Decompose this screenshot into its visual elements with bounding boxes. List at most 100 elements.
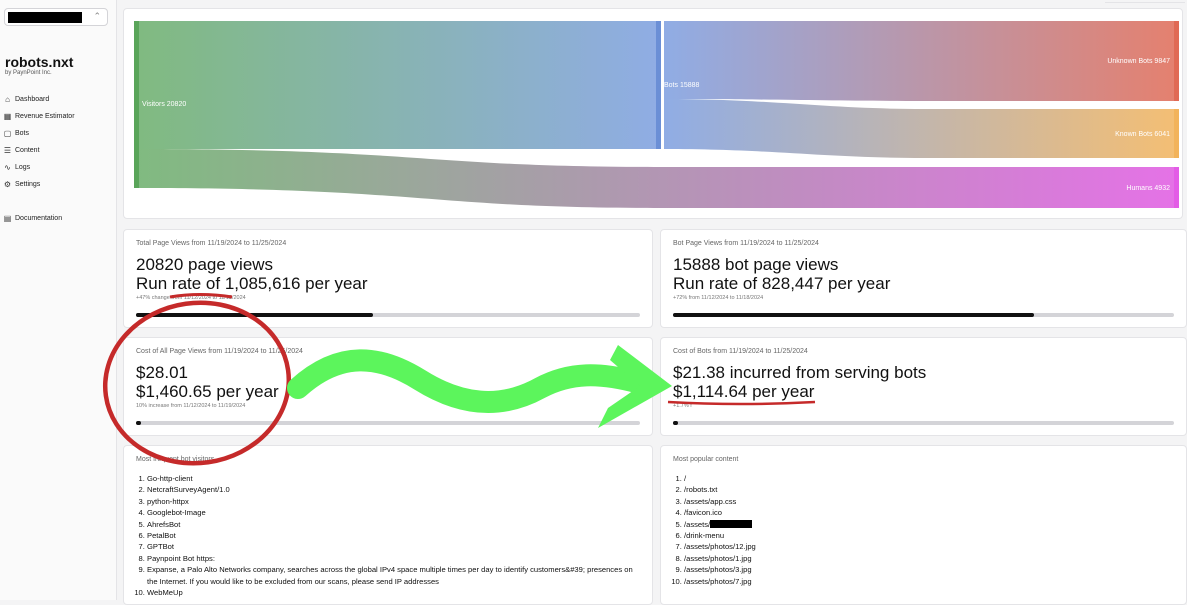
redacted-path bbox=[710, 519, 753, 528]
sidebar-item-label: Dashboard bbox=[15, 96, 50, 103]
cost-all-views-card: Cost of All Page Views from 11/19/2024 t… bbox=[123, 337, 653, 436]
list-item: / bbox=[684, 473, 1173, 484]
gear-icon: ⚙ bbox=[3, 180, 12, 189]
total-page-views-card: Total Page Views from 11/19/2024 to 11/2… bbox=[123, 229, 653, 328]
cost-all-per-year: $1,460.65 per year bbox=[136, 382, 279, 401]
card-title: Most popular content bbox=[673, 456, 739, 463]
list-item: Googlebot-Image bbox=[147, 507, 636, 518]
list-item: /assets/photos/7.jpg bbox=[684, 576, 1173, 587]
list-item: Go-http-client bbox=[147, 473, 636, 484]
page-views-change: +47% change from 11/12/2024 to 11/18/202… bbox=[136, 295, 246, 301]
sidebar-item-revenue-estimator[interactable]: ▦ Revenue Estimator bbox=[3, 108, 113, 125]
list-item: /favicon.ico bbox=[684, 507, 1173, 518]
node-label-known-bots: Known Bots 6041 bbox=[1115, 131, 1170, 138]
card-subtitle: Bot Page Views from 11/19/2024 to 11/25/… bbox=[673, 240, 819, 247]
traffic-sankey-card: Visitors 20820 Bots 15888 Unknown Bots 9… bbox=[123, 8, 1183, 219]
node-known-bots bbox=[1174, 109, 1179, 158]
cost-bots-progress bbox=[673, 421, 1174, 425]
book-icon: ▤ bbox=[3, 214, 12, 223]
link-bots-known bbox=[664, 99, 1178, 158]
chevron-updown-icon: ⌃ bbox=[93, 11, 101, 21]
page-views-run-rate: Run rate of 1,085,616 per year bbox=[136, 274, 368, 293]
bot-views-progress bbox=[673, 313, 1174, 317]
list-item: /assets/photos/1.jpg bbox=[684, 553, 1173, 564]
list-item: /assets/photos/12.jpg bbox=[684, 541, 1173, 552]
main-content: Visitors 20820 Bots 15888 Unknown Bots 9… bbox=[117, 0, 1187, 605]
sidebar-item-content[interactable]: ☰ Content bbox=[3, 142, 113, 159]
node-label-unknown-bots: Unknown Bots 9847 bbox=[1107, 58, 1170, 65]
bot-page-views-card: Bot Page Views from 11/19/2024 to 11/25/… bbox=[660, 229, 1187, 328]
bot-views-count: 15888 bot page views bbox=[673, 255, 839, 274]
list-item: GPTBot bbox=[147, 541, 636, 552]
sidebar: ⌃ robots.nxt by PaynPoint Inc. ⌂ Dashboa… bbox=[0, 0, 117, 600]
sidebar-item-dashboard[interactable]: ⌂ Dashboard bbox=[3, 91, 113, 108]
cost-bots-amount: $21.38 incurred from serving bots bbox=[673, 363, 927, 382]
progress-fill bbox=[136, 421, 142, 425]
bot-views-run-rate: Run rate of 828,447 per year bbox=[673, 274, 891, 293]
list-item: /robots.txt bbox=[684, 484, 1173, 495]
list-item: /assets/ bbox=[684, 519, 1173, 530]
sidebar-item-label: Documentation bbox=[15, 215, 63, 222]
link-bots-unknown bbox=[664, 21, 1178, 101]
card-title: Most frequent bot visitors bbox=[136, 456, 215, 463]
list-item: Paynpoint Bot https: bbox=[147, 553, 636, 564]
home-icon: ⌂ bbox=[5, 95, 10, 104]
activity-icon: ∿ bbox=[4, 163, 11, 172]
list-item: NetcraftSurveyAgent/1.0 bbox=[147, 484, 636, 495]
card-subtitle: Cost of Bots from 11/19/2024 to 11/25/20… bbox=[673, 348, 808, 355]
cost-all-progress bbox=[136, 421, 640, 425]
node-label-bots: Bots 15888 bbox=[664, 82, 700, 89]
progress-fill bbox=[136, 313, 373, 317]
popular-content-card: Most popular content / /robots.txt /asse… bbox=[660, 445, 1187, 605]
redacted-workspace-name bbox=[8, 12, 82, 23]
cost-bots-card: Cost of Bots from 11/19/2024 to 11/25/20… bbox=[660, 337, 1187, 436]
page-views-count: 20820 page views bbox=[136, 255, 274, 274]
list-item: WebMeUp bbox=[147, 587, 636, 598]
list-item: /assets/photos/3.jpg bbox=[684, 564, 1173, 575]
node-unknown-bots bbox=[1174, 21, 1179, 101]
bot-visitors-list: Go-http-client NetcraftSurveyAgent/1.0 p… bbox=[136, 473, 636, 598]
sidebar-item-label: Revenue Estimator bbox=[15, 113, 75, 120]
link-visitors-bots bbox=[138, 21, 660, 149]
list-item: AhrefsBot bbox=[147, 519, 636, 530]
cost-bots-change: +1.7% f bbox=[673, 403, 692, 409]
list-item: PetalBot bbox=[147, 530, 636, 541]
cost-bots-per-year: $1,114.64 per year bbox=[673, 382, 815, 401]
sidebar-nav: ⌂ Dashboard ▦ Revenue Estimator ▢ Bots ☰… bbox=[3, 91, 113, 193]
list-item: python-httpx bbox=[147, 496, 636, 507]
node-label-humans: Humans 4932 bbox=[1126, 185, 1170, 192]
sidebar-item-settings[interactable]: ⚙ Settings bbox=[3, 176, 113, 193]
bot-views-change: +72% from 11/12/2024 to 11/18/2024 bbox=[673, 295, 764, 301]
progress-fill bbox=[673, 313, 1034, 317]
sidebar-item-logs[interactable]: ∿ Logs bbox=[3, 159, 113, 176]
list-icon: ☰ bbox=[3, 146, 12, 155]
progress-fill bbox=[673, 421, 678, 425]
card-subtitle: Cost of All Page Views from 11/19/2024 t… bbox=[136, 348, 303, 355]
list-item: Expanse, a Palo Alto Networks company, s… bbox=[147, 564, 636, 587]
node-bots bbox=[656, 21, 661, 149]
calculator-icon: ▦ bbox=[3, 112, 12, 121]
node-humans bbox=[1174, 167, 1179, 208]
bot-icon: ▢ bbox=[3, 129, 12, 138]
brand-title: robots.nxt bbox=[5, 54, 74, 70]
bot-visitors-card: Most frequent bot visitors Go-http-clien… bbox=[123, 445, 653, 605]
sidebar-footer-nav: ▤ Documentation bbox=[3, 210, 113, 227]
sidebar-item-label: Content bbox=[15, 147, 40, 154]
traffic-sankey-chart: Visitors 20820 Bots 15888 Unknown Bots 9… bbox=[134, 21, 1179, 208]
node-label-visitors: Visitors 20820 bbox=[142, 101, 186, 108]
sidebar-item-label: Bots bbox=[15, 130, 30, 137]
sidebar-item-label: Settings bbox=[15, 181, 41, 188]
list-item: /drink-menu bbox=[684, 530, 1173, 541]
node-visitors bbox=[134, 21, 139, 188]
workspace-switcher[interactable]: ⌃ bbox=[4, 8, 108, 26]
cost-all-change: 10% increase from 11/12/2024 to 11/19/20… bbox=[136, 403, 246, 409]
path-text: /assets/ bbox=[684, 519, 711, 529]
sidebar-item-bots[interactable]: ▢ Bots bbox=[3, 125, 113, 142]
brand-subtitle: by PaynPoint Inc. bbox=[5, 70, 52, 76]
page-views-progress bbox=[136, 313, 640, 317]
popular-content-list: / /robots.txt /assets/app.css /favicon.i… bbox=[673, 473, 1173, 587]
cost-all-amount: $28.01 bbox=[136, 363, 188, 382]
card-subtitle: Total Page Views from 11/19/2024 to 11/2… bbox=[136, 240, 287, 247]
list-item: /assets/app.css bbox=[684, 496, 1173, 507]
sidebar-item-documentation[interactable]: ▤ Documentation bbox=[3, 210, 113, 227]
